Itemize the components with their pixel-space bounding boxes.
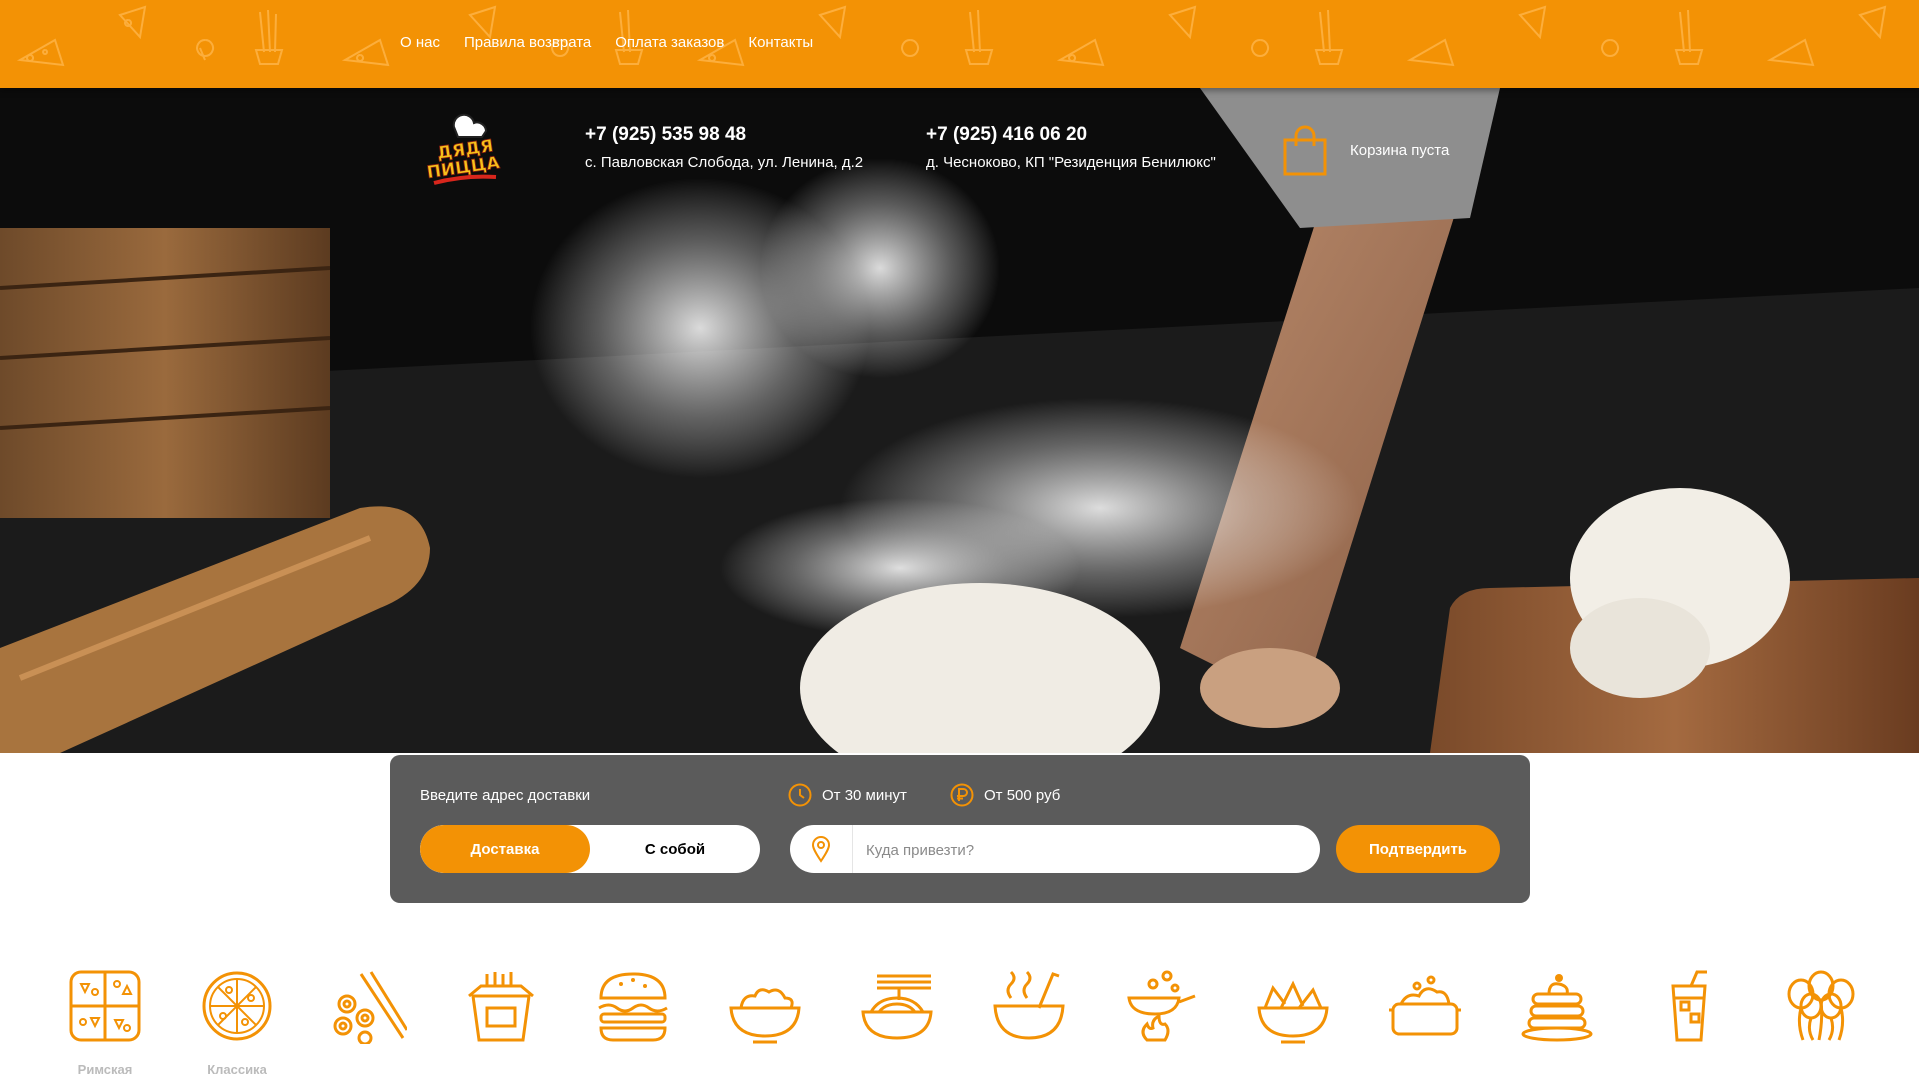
nav-link-payment[interactable]: Оплата заказов <box>615 34 724 51</box>
category-hot-dishes[interactable] <box>1370 968 1480 1062</box>
delivery-time-text: От 30 минут <box>822 786 907 804</box>
phone-number[interactable]: +7 (925) 416 06 20 <box>926 124 1216 146</box>
roman-pizza-icon <box>69 970 141 1042</box>
address-text: д. Чесноково, КП "Резиденция Бенилюкс" <box>926 154 1216 171</box>
shopping-bag-icon <box>1283 125 1327 176</box>
balloons-icon <box>1787 970 1855 1041</box>
site-logo[interactable]: ДЯДЯ ПИЦЦА <box>424 113 508 194</box>
category-pancakes[interactable] <box>1502 968 1612 1062</box>
address-input-wrapper <box>790 825 1320 873</box>
location-pin-icon <box>790 825 853 873</box>
category-nachos[interactable] <box>1238 968 1348 1062</box>
address-text: с. Павловская Слобода, ул. Ленина, д.2 <box>585 154 864 171</box>
cart-status-label: Корзина пуста <box>1350 141 1450 159</box>
cart-button[interactable]: Корзина пуста <box>1282 124 1449 176</box>
salad-bowl-icon <box>729 988 801 1044</box>
ruble-icon <box>950 783 974 807</box>
category-salads[interactable] <box>710 968 820 1062</box>
category-soups[interactable] <box>974 968 1084 1062</box>
min-order-text: От 500 руб <box>984 786 1061 804</box>
top-nav-links: О нас Правила возврата Оплата заказов Ко… <box>400 34 813 51</box>
category-wok[interactable] <box>1106 968 1216 1062</box>
top-navbar: О нас Правила возврата Оплата заказов Ко… <box>0 0 1919 88</box>
category-bar: Римская Классика <box>0 968 1919 1079</box>
pasta-icon <box>861 974 933 1040</box>
contact-block-pavlovskaya: +7 (925) 535 98 48 с. Павловская Слобода… <box>585 124 863 171</box>
delivery-address-input[interactable] <box>864 825 1308 873</box>
pickup-mode-button[interactable]: С собой <box>590 825 760 873</box>
confirm-address-button[interactable]: Подтвердить <box>1336 825 1500 873</box>
delivery-prompt: Введите адрес доставки <box>420 787 591 804</box>
min-order-info: От 500 руб <box>950 783 1060 807</box>
delivery-mode-toggle: Доставка С собой <box>420 825 760 873</box>
category-drinks[interactable] <box>1634 968 1744 1062</box>
nav-link-returns[interactable]: Правила возврата <box>464 34 591 51</box>
noodle-box-icon <box>468 972 534 1042</box>
hot-dish-icon <box>1389 975 1461 1036</box>
nachos-icon <box>1257 980 1329 1044</box>
category-noodles[interactable] <box>446 968 556 1062</box>
wok-icon <box>1127 970 1196 1042</box>
pancakes-icon <box>1521 974 1593 1042</box>
food-pattern-background <box>16 5 1887 67</box>
category-sushi[interactable] <box>314 968 424 1062</box>
burger-icon <box>598 972 668 1042</box>
category-burgers[interactable] <box>578 968 688 1062</box>
nav-link-about[interactable]: О нас <box>400 34 440 51</box>
delivery-panel: Введите адрес доставки Доставка С собой … <box>390 755 1530 903</box>
classic-pizza-icon <box>202 971 272 1041</box>
sushi-icon <box>333 971 407 1044</box>
category-pasta[interactable] <box>842 968 952 1062</box>
category-label: Классика <box>207 1062 267 1077</box>
category-label: Римская <box>77 1062 133 1077</box>
delivery-time-info: От 30 минут <box>788 783 907 807</box>
nav-link-contacts[interactable]: Контакты <box>748 34 813 51</box>
hero-baking-image <box>0 88 1919 753</box>
soup-icon <box>993 970 1065 1040</box>
phone-number[interactable]: +7 (925) 535 98 48 <box>585 124 863 146</box>
delivery-mode-button[interactable]: Доставка <box>420 825 590 873</box>
category-classic-pizza[interactable]: Классика <box>182 968 292 1077</box>
category-balloons[interactable] <box>1766 968 1876 1062</box>
clock-icon <box>788 783 812 807</box>
category-roman-pizza[interactable]: Римская <box>50 968 160 1077</box>
contact-block-chesnokovo: +7 (925) 416 06 20 д. Чесноково, КП "Рез… <box>926 124 1216 171</box>
drink-icon <box>1671 970 1707 1042</box>
hero-banner <box>0 88 1919 753</box>
